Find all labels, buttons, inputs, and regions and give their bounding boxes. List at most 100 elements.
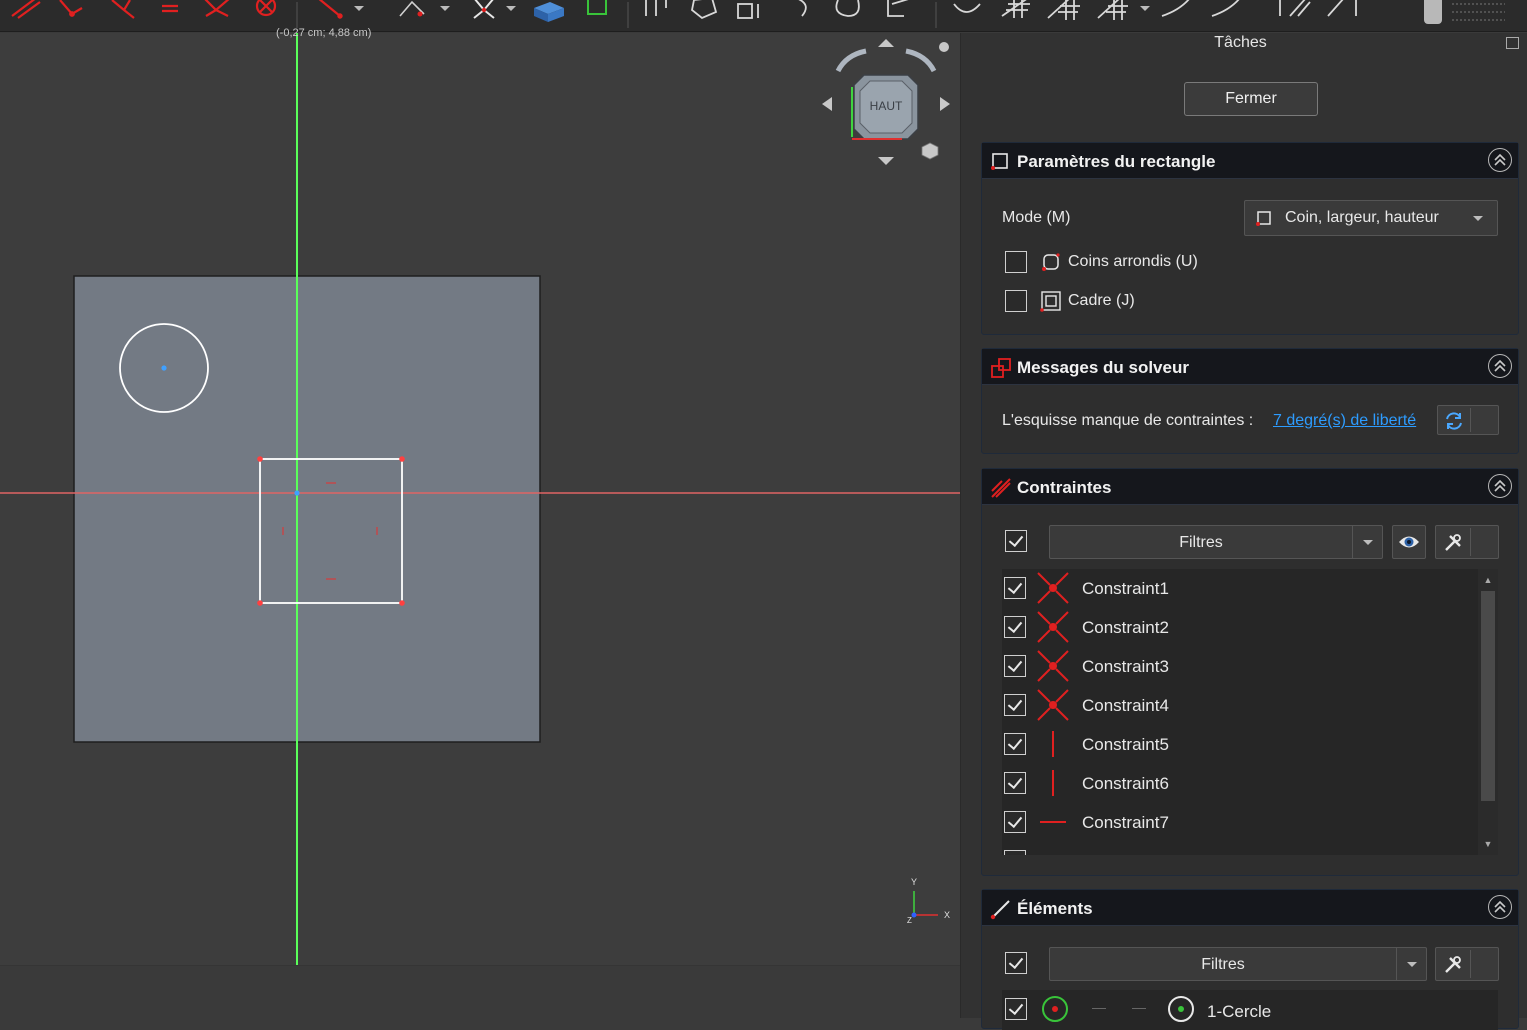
list-item[interactable] (1002, 842, 1478, 855)
list-item[interactable]: Constraint5 (1002, 725, 1478, 764)
list-item[interactable]: Constraint4 (1002, 686, 1478, 725)
tools-icon (1445, 956, 1461, 973)
elements-select-all-checkbox[interactable] (1005, 952, 1027, 974)
element-name: 1-Cercle (1207, 1002, 1272, 1021)
rounded-corners-icon (1042, 253, 1060, 271)
constraints-box: Contraintes Filtres Constraint1 Constrai… (981, 468, 1519, 876)
mode-label: Mode (M) (1002, 209, 1071, 226)
sketch-scene[interactable]: HAUT Y X Z (0, 33, 960, 965)
solver-messages-title: Messages du solveur (1017, 358, 1189, 377)
task-panel-title: Tâches (1214, 34, 1267, 51)
list-item[interactable]: Constraint2 (1002, 608, 1478, 647)
degrees-of-freedom-link[interactable]: 7 degré(s) de liberté (1273, 412, 1416, 430)
constraints-filter-label: Filtres (1179, 534, 1223, 551)
close-button[interactable]: Fermer (1184, 82, 1318, 116)
coincident-icon (1037, 572, 1069, 604)
viewport-status-strip (0, 965, 960, 1018)
constraint-name: Constraint4 (1082, 696, 1169, 715)
vertical-constraint-icon (1052, 770, 1054, 796)
elements-icon (990, 900, 1010, 920)
constraints-select-all-checkbox[interactable] (1005, 530, 1027, 552)
scroll-up-icon[interactable]: ▲ (1481, 573, 1495, 587)
elements-title: Éléments (1017, 899, 1093, 918)
elements-header[interactable]: Éléments (982, 890, 1518, 926)
navcube-face-label[interactable]: HAUT (870, 99, 903, 113)
tools-icon (1445, 534, 1461, 551)
frame-checkbox[interactable] (1005, 290, 1027, 312)
elements-list[interactable]: 1-Cercle (1002, 990, 1498, 1030)
task-panel: Tâches Fermer Paramètres du rectangle Mo… (960, 33, 1527, 1030)
mode-combo[interactable]: Coin, largeur, hauteur (1244, 200, 1498, 236)
elements-filter-combo[interactable]: Filtres (1049, 947, 1427, 981)
constraint-name: Constraint1 (1082, 579, 1169, 598)
list-item[interactable]: Constraint6 (1002, 764, 1478, 803)
constraint-visible-checkbox[interactable] (1004, 772, 1026, 794)
frame-icon (1040, 291, 1061, 312)
3d-viewport[interactable]: HAUT Y X Z (-0,27 cm; 4,88 cm) (0, 27, 960, 1018)
circle-element-icon[interactable] (1040, 994, 1070, 1024)
constraints-icon (991, 478, 1011, 498)
solver-message: L'esquisse manque de contraintes : (1002, 412, 1254, 429)
elements-box: Éléments Filtres 1-Cercle (981, 889, 1519, 1030)
rectangle-mode-icon (1256, 211, 1271, 226)
scroll-down-icon[interactable]: ▼ (1481, 837, 1495, 851)
constraints-header[interactable]: Contraintes (982, 469, 1518, 505)
constraint-visible-checkbox[interactable] (1004, 733, 1026, 755)
constraint-visible-checkbox[interactable] (1004, 811, 1026, 833)
elements-filter-label: Filtres (1201, 956, 1245, 973)
constraints-title: Contraintes (1017, 478, 1112, 497)
axis-triad: Y X Z (907, 877, 950, 925)
visibility-button[interactable] (1392, 525, 1426, 559)
collapse-icon[interactable] (1488, 895, 1512, 919)
undock-icon[interactable] (1506, 37, 1519, 49)
element-checkbox[interactable] (1005, 998, 1027, 1020)
origin-point (294, 490, 300, 496)
collapse-icon[interactable] (1488, 474, 1512, 498)
circle-center (161, 365, 167, 371)
refresh-icon (1446, 412, 1462, 430)
constraint-name: Constraint7 (1082, 813, 1169, 832)
svg-text:Z: Z (907, 916, 912, 925)
sketch-plane (73, 275, 541, 743)
constraints-settings-button[interactable] (1435, 525, 1499, 559)
circle-geometry-icon (1168, 996, 1194, 1022)
solver-messages-header[interactable]: Messages du solveur (982, 349, 1518, 385)
mode-value: Coin, largeur, hauteur (1285, 209, 1439, 226)
constraint-name: Constraint3 (1082, 657, 1169, 676)
coincident-icon (1037, 611, 1069, 643)
eye-icon (1399, 536, 1419, 548)
list-item[interactable]: Constraint1 (1002, 569, 1478, 608)
constraint-visible-checkbox[interactable] (1004, 655, 1026, 677)
constraint-visible-checkbox[interactable] (1004, 616, 1026, 638)
svg-text:Y: Y (911, 877, 917, 887)
collapse-icon[interactable] (1488, 148, 1512, 172)
toolbar-icons[interactable] (0, 0, 1527, 32)
constraint-name: Constraint2 (1082, 618, 1169, 637)
sketcher-toolbar (0, 0, 1527, 32)
elements-settings-button[interactable] (1435, 947, 1499, 981)
coincident-icon (1037, 650, 1069, 682)
solver-refresh-button[interactable] (1437, 405, 1499, 435)
rectangle-icon (991, 153, 1008, 170)
list-item[interactable]: Constraint7 (1002, 803, 1478, 842)
rectangle-parameters-title: Paramètres du rectangle (1017, 152, 1216, 171)
constraint-name: Constraint6 (1082, 774, 1169, 793)
rectangle-parameters-header[interactable]: Paramètres du rectangle (982, 143, 1518, 179)
rounded-corners-checkbox[interactable] (1005, 251, 1027, 273)
constraints-list[interactable]: Constraint1 Constraint2 Constraint3 Cons… (1002, 569, 1498, 855)
constraint-visible-checkbox[interactable] (1004, 850, 1026, 855)
horizontal-constraint-icon (1040, 821, 1066, 823)
constraints-scrollbar[interactable]: ▲ ▼ (1478, 569, 1498, 855)
constraint-visible-checkbox[interactable] (1004, 577, 1026, 599)
solver-icon (991, 358, 1011, 378)
rounded-corners-label: Coins arrondis (U) (1068, 253, 1198, 270)
collapse-icon[interactable] (1488, 354, 1512, 378)
scroll-thumb[interactable] (1481, 591, 1495, 801)
cursor-coordinates: (-0,27 cm; 4,88 cm) (276, 27, 372, 39)
constraint-visible-checkbox[interactable] (1004, 694, 1026, 716)
list-item[interactable]: Constraint3 (1002, 647, 1478, 686)
constraint-name: Constraint5 (1082, 735, 1169, 754)
rectangle-parameters-box: Paramètres du rectangle Mode (M) Coin, l… (981, 142, 1519, 335)
constraints-filter-combo[interactable]: Filtres (1049, 525, 1383, 559)
coincident-icon (1037, 689, 1069, 721)
